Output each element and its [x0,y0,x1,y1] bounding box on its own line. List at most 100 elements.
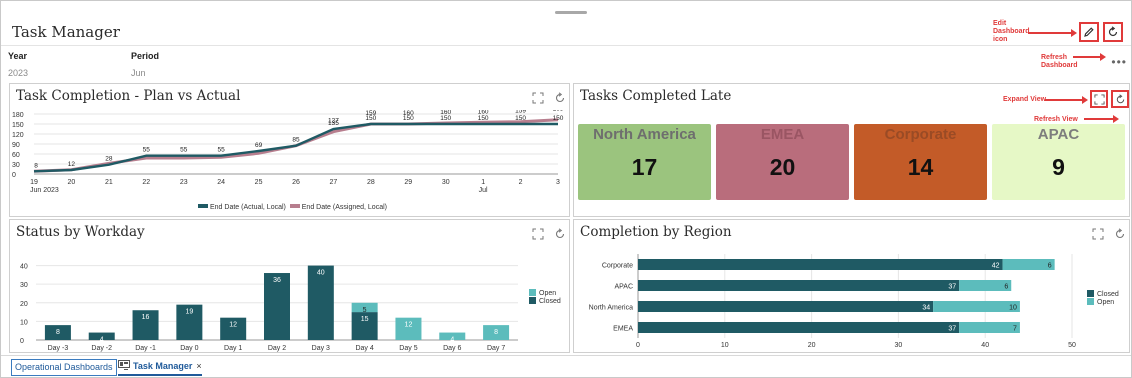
tasks-completed-late-panel: Tasks Completed Late Expand View Refresh… [573,83,1130,217]
legend-label-assigned: End Date (Assigned, Local) [301,204,387,211]
tile-value: 14 [907,154,934,180]
legend-label: Closed [1097,291,1119,298]
x-tick-label: Day -3 [48,345,69,352]
x-tick-label: 29 [404,179,412,186]
data-label: 19 [185,309,193,316]
expand-view-button[interactable] [1090,226,1106,242]
tile-north-america[interactable]: North America 17 [578,124,711,200]
expand-view-button[interactable] [530,226,546,242]
x-tick-label: 30 [442,179,450,186]
data-label: 37 [948,284,956,291]
tile-value: 17 [631,154,658,180]
refresh-icon [1115,228,1125,239]
tab-bar: Operational Dashboards Task Manager × [1,355,1131,378]
period-value[interactable]: Jun [131,68,146,78]
tab-operational-dashboards[interactable]: Operational Dashboards [11,359,117,376]
tab-label: Operational Dashboards [15,362,113,372]
x-tick-label: Day 2 [268,345,286,352]
plan-vs-actual-chart: 030609012015018019Jun 202320 21 22 23 24 25 26… [12,110,564,194]
data-label: 16 [142,314,150,321]
more-icon[interactable]: ••• [1111,55,1127,69]
drag-handle[interactable] [555,11,587,14]
x-tick-label: 27 [330,179,338,186]
bar-open [933,301,1020,312]
status-by-workday-chart: 0102030408Day -34Day -216Day -119Day 012… [20,264,561,352]
tile-label: APAC [1037,126,1080,143]
data-label: 36 [273,277,281,284]
tile-label: EMEA [760,126,805,143]
data-label: 42 [992,263,1000,270]
legend-swatch-assigned [289,204,300,208]
refresh-dashboard-button[interactable] [1103,22,1123,42]
refresh-view-button[interactable] [1112,226,1128,242]
legend-swatch-actual [198,204,208,208]
x-tick-label: Day -1 [135,345,156,352]
expand-view-button[interactable] [530,90,546,106]
data-label: 8 [34,162,38,169]
refresh-view-callout: Refresh View [1034,116,1078,123]
x-tick-label: 1 [481,179,485,186]
expand-view-button[interactable] [1090,90,1108,108]
data-label: 159 [365,110,376,117]
completion-by-region-chart: 0 10 20 30 40 50 42 6 Corporate 37 6 APAC 34 10 North … [589,254,1119,349]
data-label: 4 [450,337,454,344]
data-label: 69 [255,142,263,149]
edit-dashboard-button[interactable] [1079,22,1099,42]
x-tick-label: 19 [30,179,38,186]
x-tick-label: 26 [292,179,300,186]
expand-icon [532,92,544,104]
panel-title: Status by Workday [16,224,145,240]
x-tick-label: 50 [1068,342,1076,349]
y-tick-label: 0 [20,338,24,345]
y-tick-label: 40 [20,264,28,271]
expand-icon [1092,228,1104,240]
data-label: 12 [405,322,413,329]
bar-closed [307,265,334,340]
x-tick-label: 0 [636,342,640,349]
tab-task-manager[interactable]: Task Manager × [118,359,202,376]
x-tick-label: 24 [217,179,225,186]
task-manager-window: Task Manager Edit Dashboard icon Refresh… [0,0,1132,378]
y-tick-label: 10 [20,319,28,326]
x-tick-label: Day 0 [180,345,198,352]
panel-title: Task Completion - Plan vs Actual [16,88,241,104]
expand-icon [532,228,544,240]
period-label: Period [131,51,160,61]
x-tick-label: Day 7 [487,345,505,352]
y-tick-label: EMEA [613,326,633,333]
bar-closed [638,259,1003,270]
refresh-view-button[interactable] [1111,90,1129,108]
y-tick-label: North America [589,305,633,312]
data-label: 15 [361,316,369,323]
data-label: 150 [515,115,526,122]
data-label: 159 [515,110,526,115]
page-title: Task Manager [12,23,120,41]
x-tick-label: 3 [556,179,560,186]
data-label: 127 [328,118,339,125]
data-label: 34 [922,305,930,312]
bar-closed [638,280,960,291]
data-label: 4 [100,337,104,344]
data-label: 6 [1048,263,1052,270]
y-tick-label: 20 [20,301,28,308]
x-tick-label: 10 [721,342,729,349]
close-icon[interactable]: × [196,361,201,371]
tile-corporate[interactable]: Corporate 14 [854,124,987,200]
tab-label: Task Manager [133,361,193,371]
x-tick-label: 20 [68,179,76,186]
callout-arrow [1084,115,1119,123]
year-value[interactable]: 2023 [8,68,28,78]
y-tick-label: 180 [12,112,24,119]
tile-apac[interactable]: APAC 9 [992,124,1125,200]
refresh-view-button[interactable] [552,226,568,242]
data-label: 5 [363,307,367,314]
x-tick-label: 2 [519,179,523,186]
refresh-view-button[interactable] [552,90,568,106]
pencil-icon [1084,27,1094,37]
expand-icon [1093,93,1105,105]
data-label: 12 [68,161,76,168]
tile-emea[interactable]: EMEA 20 [716,124,849,200]
x-tick-label: Day 4 [355,345,373,352]
data-label: 37 [948,326,956,333]
callout-arrow [1045,96,1088,104]
